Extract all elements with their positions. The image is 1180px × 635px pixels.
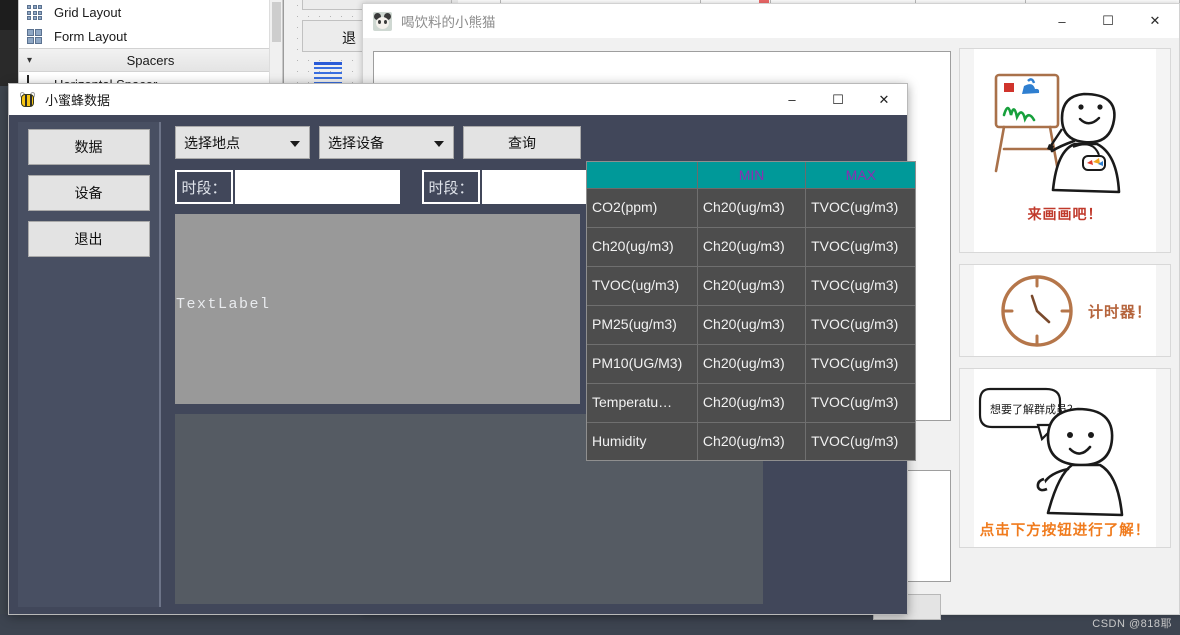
painter-easel-illustration: 来画画吧！	[960, 49, 1170, 252]
form-layout-icon	[27, 28, 44, 44]
period-input-start[interactable]	[235, 170, 400, 204]
table-row[interactable]: PM10(UG/M3) Ch20(ug/m3) TVOC(ug/m3) PM25…	[587, 344, 915, 384]
widget-box-section-label: Spacers	[126, 52, 175, 68]
table-cell[interactable]: Ch20(ug/m3)	[697, 188, 807, 228]
text-label: TextLabel	[176, 296, 271, 313]
chevron-down-icon	[290, 140, 300, 147]
table-cell[interactable]: PM10(UG/M3)	[587, 344, 698, 384]
query-button-label: 查询	[508, 134, 536, 151]
table-row[interactable]: CO2(ppm) Ch20(ug/m3) TVOC(ug/m3) PM25(ug…	[587, 188, 915, 228]
minimize-icon[interactable]: –	[1039, 4, 1085, 38]
grid-layout-icon	[27, 4, 44, 20]
table-cell[interactable]: Temperatu…	[587, 383, 698, 423]
table-cell[interactable]: Humidity	[587, 422, 698, 460]
maximize-icon[interactable]: ☐	[815, 84, 861, 115]
left-dock-strip-top	[0, 0, 19, 30]
table-row[interactable]: TVOC(ug/m3) Ch20(ug/m3) TVOC(ug/m3) PM25…	[587, 266, 915, 306]
filter-row: 选择地点 选择设备 查询	[175, 126, 581, 159]
qq-title-bar[interactable]: 喝饮料的小熊猫 – ☐ ✕	[363, 4, 1179, 38]
table-cell[interactable]: Ch20(ug/m3)	[697, 227, 807, 267]
text-label-panel: TextLabel	[175, 214, 580, 404]
table-row[interactable]: Humidity Ch20(ug/m3) TVOC(ug/m3) PM25(ug…	[587, 422, 915, 460]
chevron-down-icon	[434, 140, 444, 147]
maximize-icon[interactable]: ☐	[1085, 4, 1131, 38]
dialog-title-bar[interactable]: 小蜜蜂数据 – ☐ ✕	[9, 84, 907, 115]
location-select[interactable]: 选择地点	[175, 126, 310, 159]
bee-icon	[19, 90, 36, 108]
table-cell[interactable]: TVOC(ug/m3)	[805, 266, 915, 306]
panda-avatar-icon	[373, 11, 392, 31]
table-row[interactable]: PM25(ug/m3) Ch20(ug/m3) TVOC(ug/m3) PM25…	[587, 305, 915, 345]
period-label-end: 时段：	[422, 170, 480, 204]
person-speech-illustration: 想要了解群成员？ 点击下方按钮进行了解！	[960, 369, 1170, 547]
widget-box-panel[interactable]: Grid Layout Form Layout ▾ Spacers Horizo…	[18, 0, 283, 86]
qq-card-members[interactable]: 想要了解群成员？ 点击下方按钮进行了解！	[959, 368, 1171, 548]
device-select[interactable]: 选择设备	[319, 126, 454, 159]
widget-box-section-spacers[interactable]: ▾ Spacers	[19, 48, 282, 72]
table-cell[interactable]: Ch20(ug/m3)	[587, 227, 698, 267]
table-cell[interactable]: TVOC(ug/m3)	[805, 305, 915, 345]
qq-card-draw[interactable]: 来画画吧！	[959, 48, 1171, 253]
table-cell[interactable]: TVOC(ug/m3)	[587, 266, 698, 306]
table-header-cell-min[interactable]: MIN	[697, 162, 807, 189]
table-cell[interactable]: CO2(ppm)	[587, 188, 698, 228]
table-cell[interactable]: Ch20(ug/m3)	[697, 266, 807, 306]
widget-box-item-label: Grid Layout	[54, 4, 122, 20]
table-header-row: MIN MAX	[587, 162, 915, 189]
clock-illustration: 计时器！	[960, 265, 1170, 356]
dialog-sidebar: 数据 设备 退出	[18, 122, 161, 607]
table-cell[interactable]: Ch20(ug/m3)	[697, 422, 807, 460]
watermark: CSDN @818耶	[1092, 618, 1172, 630]
minimize-icon[interactable]: –	[769, 84, 815, 115]
close-icon[interactable]: ✕	[1131, 4, 1179, 38]
table-cell[interactable]: Ch20(ug/m3)	[697, 383, 807, 423]
qq-card-timer[interactable]: 计时器！	[959, 264, 1171, 357]
table-cell[interactable]: Ch20(ug/m3)	[697, 305, 807, 345]
qq-side-panel: 来画画吧！ 计时器！ 想要了解群成员？ 点击下方按钮进行了解！	[959, 48, 1171, 604]
card-caption: 来画画吧！	[1027, 206, 1103, 222]
table-cell[interactable]: TVOC(ug/m3)	[805, 422, 915, 460]
table-cell[interactable]: TVOC(ug/m3)	[805, 383, 915, 423]
sidebar-button-device[interactable]: 设备	[27, 175, 150, 211]
widget-box-item-grid-layout[interactable]: Grid Layout	[19, 0, 282, 24]
screen: Grid Layout Form Layout ▾ Spacers Horizo…	[0, 0, 1180, 635]
table-cell[interactable]: TVOC(ug/m3)	[805, 188, 915, 228]
measurements-table-container[interactable]: MIN MAX CO2(ppm) Ch20(ug/m3) TVOC(ug/m3)…	[586, 161, 916, 461]
sidebar-button-label: 数据	[74, 139, 103, 155]
sidebar-button-exit[interactable]: 退出	[27, 221, 150, 257]
table-row[interactable]: Temperatu… Ch20(ug/m3) TVOC(ug/m3) PM25(…	[587, 383, 915, 423]
table-header-cell-max[interactable]: MAX	[805, 162, 915, 189]
canvas-widget-text: 退	[342, 30, 356, 46]
sidebar-button-label: 设备	[74, 185, 103, 201]
table-cell[interactable]: TVOC(ug/m3)	[805, 227, 915, 267]
dialog-window-controls[interactable]: – ☐ ✕	[769, 84, 907, 115]
sidebar-button-label: 退出	[74, 231, 103, 247]
widget-box-item-label: Form Layout	[54, 28, 127, 44]
location-select-value: 选择地点	[184, 134, 240, 151]
device-select-value: 选择设备	[328, 134, 384, 151]
bee-data-dialog[interactable]: 小蜜蜂数据 – ☐ ✕ 数据 设备 退出 选择地点 选择设备 查询 时段： 时段…	[8, 83, 916, 615]
query-button[interactable]: 查询	[463, 126, 581, 159]
dialog-body: 数据 设备 退出 选择地点 选择设备 查询 时段： 时段： TextLabel …	[9, 115, 916, 614]
sidebar-button-data[interactable]: 数据	[27, 129, 150, 165]
table-header-cell[interactable]	[587, 162, 698, 189]
table-cell[interactable]: Ch20(ug/m3)	[697, 344, 807, 384]
table-row[interactable]: Ch20(ug/m3) Ch20(ug/m3) TVOC(ug/m3) PM25…	[587, 227, 915, 267]
status-bar	[0, 614, 1180, 635]
card-caption: 点击下方按钮进行了解！	[979, 523, 1151, 539]
table-cell[interactable]: TVOC(ug/m3)	[805, 344, 915, 384]
qq-contact-name: 喝饮料的小熊猫	[401, 15, 496, 30]
dialog-main-area: 选择地点 选择设备 查询 时段： 时段： TextLabel MIN MAX C…	[167, 122, 916, 614]
period-row: 时段： 时段：	[175, 170, 647, 204]
qq-window-controls[interactable]: – ☐ ✕	[1039, 4, 1179, 38]
table-cell[interactable]: PM25(ug/m3)	[587, 305, 698, 345]
chevron-down-icon: ▾	[27, 54, 33, 66]
measurements-table: MIN MAX CO2(ppm) Ch20(ug/m3) TVOC(ug/m3)…	[587, 162, 915, 460]
close-icon[interactable]: ✕	[861, 84, 907, 115]
card-caption: 计时器！	[1088, 304, 1153, 321]
dialog-title: 小蜜蜂数据	[45, 93, 111, 108]
widget-box-item-form-layout[interactable]: Form Layout	[19, 24, 282, 48]
widget-box-scrollbar[interactable]	[269, 0, 282, 85]
period-label-start: 时段：	[175, 170, 233, 204]
